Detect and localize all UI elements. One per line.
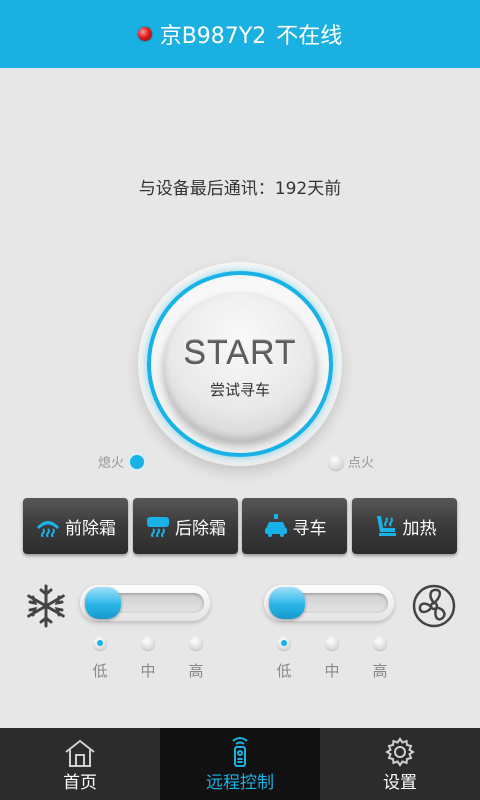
ignition-off-option[interactable]: 熄火 — [98, 452, 145, 471]
ac-level-low-radio[interactable] — [93, 636, 107, 650]
offline-status-icon — [137, 27, 152, 41]
function-buttons: 前除霜 后除霜 寻车 加热 — [23, 498, 457, 554]
front-defrost-button[interactable]: 前除霜 — [23, 498, 128, 554]
nav-home-label: 首页 — [63, 772, 97, 793]
remote-control-icon — [225, 736, 255, 768]
nav-item-home[interactable]: 首页 — [0, 728, 160, 800]
ignition-on-label: 点火 — [348, 456, 375, 471]
ac-level-mid-radio[interactable] — [141, 636, 155, 650]
start-button[interactable]: START 尝试寻车 — [163, 292, 317, 442]
start-label: START — [183, 334, 297, 372]
rear-defrost-icon — [145, 514, 171, 538]
find-car-button[interactable]: 寻车 — [242, 498, 347, 554]
ac-level-mid-label: 中 — [140, 662, 156, 680]
fan-level-mid-radio[interactable] — [325, 636, 339, 650]
bottom-nav: 首页 远程控制 设置 — [0, 728, 480, 800]
last-communication-text: 与设备最后通讯：192天前 — [138, 179, 342, 199]
find-car-label: 寻车 — [292, 518, 327, 539]
start-sub-label: 尝试寻车 — [209, 381, 270, 399]
ignition-off-radio[interactable] — [130, 454, 145, 469]
seat-heat-label: 加热 — [402, 518, 437, 539]
ac-level-slider[interactable] — [80, 585, 210, 621]
gear-icon — [384, 736, 416, 768]
rear-defrost-button[interactable]: 后除霜 — [133, 498, 238, 554]
nav-settings-label: 设置 — [383, 772, 417, 793]
ignition-on-option[interactable]: 点火 — [328, 452, 374, 471]
fan-level-high-radio[interactable] — [373, 636, 387, 650]
fan-icon — [410, 582, 458, 634]
nav-item-settings[interactable]: 设置 — [320, 728, 480, 800]
fan-level-high-label: 高 — [372, 662, 388, 680]
fan-slider-knob[interactable] — [269, 587, 305, 619]
connection-status: 不在线 — [276, 24, 343, 49]
fan-level-slider[interactable] — [264, 585, 394, 621]
ac-level-high-radio[interactable] — [189, 636, 203, 650]
front-defrost-icon — [35, 514, 61, 538]
rear-defrost-label: 后除霜 — [175, 518, 226, 539]
seat-heat-icon — [373, 514, 399, 538]
fan-level-low-label: 低 — [276, 662, 292, 680]
seat-heat-button[interactable]: 加热 — [352, 498, 457, 554]
ac-level-low-label: 低 — [92, 662, 108, 680]
vehicle-plate: 京B987Y2 — [159, 24, 267, 49]
home-icon — [63, 736, 97, 768]
front-defrost-label: 前除霜 — [65, 518, 116, 539]
header-bar: 京B987Y2 不在线 — [0, 0, 480, 68]
ignition-off-label: 熄火 — [98, 456, 125, 471]
nav-remote-control-label: 远程控制 — [206, 772, 274, 793]
find-car-icon — [263, 514, 289, 538]
ac-level-high-label: 高 — [188, 662, 204, 680]
ignition-on-radio[interactable] — [328, 453, 344, 470]
nav-item-remote-control[interactable]: 远程控制 — [160, 728, 320, 800]
snowflake-icon — [22, 582, 70, 634]
fan-level-mid-label: 中 — [324, 662, 340, 680]
fan-level-low-radio[interactable] — [277, 636, 291, 650]
ac-slider-knob[interactable] — [85, 587, 121, 619]
